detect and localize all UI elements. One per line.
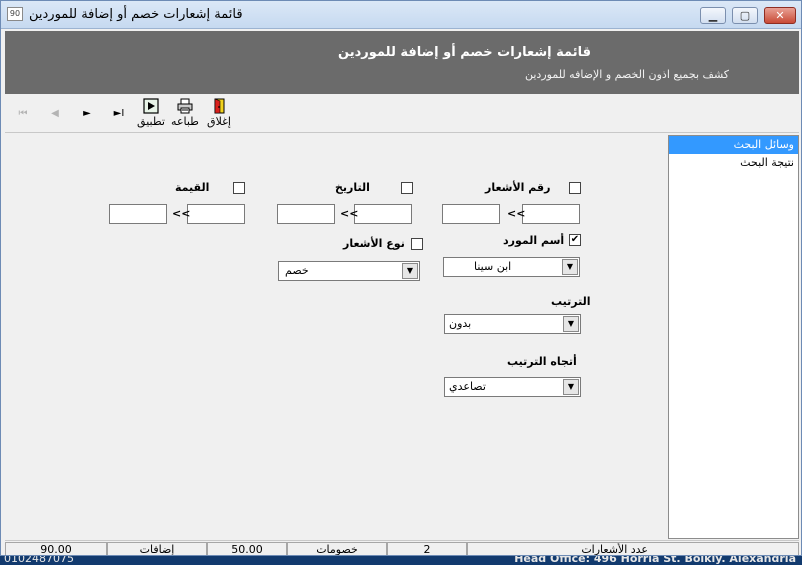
- previous-record-button[interactable]: ◀: [45, 106, 65, 122]
- apply-icon: [143, 98, 159, 114]
- first-icon: ⏮: [18, 108, 28, 119]
- value-from-input[interactable]: [109, 204, 167, 224]
- next-icon: ►: [83, 108, 91, 119]
- printer-icon: [177, 98, 193, 114]
- sort-direction-value: تصاعدي: [449, 380, 486, 393]
- apply-label: تطبيق: [137, 115, 165, 128]
- status-additions-label: إضافات: [107, 542, 207, 555]
- status-discounts-label: خصومات: [287, 542, 387, 555]
- notice-type-label: نوع الأشعار: [343, 237, 405, 250]
- notice-no-to-input[interactable]: [522, 204, 580, 224]
- notice-type-select[interactable]: ▼ خصم: [278, 261, 420, 281]
- last-icon: ►I: [113, 108, 125, 119]
- sort-value: بدون: [449, 317, 472, 330]
- side-item-search-options[interactable]: وسائل البحث: [669, 136, 798, 154]
- notice-no-checkbox[interactable]: [569, 182, 581, 194]
- sort-direction-select[interactable]: ▼ تصاعدي: [444, 377, 581, 397]
- side-item-search-results[interactable]: نتيجة البحث: [669, 154, 798, 172]
- chevron-down-icon: ▼: [402, 263, 418, 279]
- previous-icon: ◀: [51, 108, 59, 119]
- app-icon[interactable]: 90: [7, 7, 23, 21]
- notice-no-from-input[interactable]: [442, 204, 500, 224]
- header-subtitle: كشف بجميع اذون الخصم و الإضافه للموردين: [525, 68, 729, 81]
- print-button[interactable]: طباعه: [170, 98, 200, 132]
- chevron-down-icon: ▼: [563, 316, 579, 332]
- supplier-select[interactable]: ▼ ابن سينا: [443, 257, 580, 277]
- side-navigation-list: وسائل البحث نتيجة البحث: [668, 135, 799, 539]
- door-exit-icon: [214, 98, 225, 114]
- date-to-input[interactable]: [354, 204, 412, 224]
- header-title: قائمة إشعارات خصم أو إضافة للموردين: [338, 45, 591, 60]
- sort-label: الترتيب: [551, 295, 591, 308]
- close-button[interactable]: إغلاق: [204, 98, 234, 132]
- first-record-button[interactable]: ⏮: [13, 106, 33, 122]
- sort-direction-label: أتجاه الترتيب: [507, 355, 577, 368]
- chevron-down-icon: ▼: [563, 379, 579, 395]
- last-record-button[interactable]: ►I: [109, 106, 129, 122]
- supplier-value: ابن سينا: [474, 260, 512, 273]
- close-label: إغلاق: [207, 115, 231, 128]
- date-label: التاريخ: [335, 181, 370, 194]
- window-title: قائمة إشعارات خصم أو إضافة للموردين: [29, 7, 243, 22]
- status-count-label: عدد الأشعارات: [467, 542, 799, 555]
- next-record-button[interactable]: ►: [77, 106, 97, 122]
- notice-type-checkbox[interactable]: [411, 238, 423, 250]
- status-additions-value: 90.00: [5, 542, 107, 555]
- value-label: القيمة: [175, 181, 210, 194]
- supplier-checkbox[interactable]: ✔: [569, 234, 581, 246]
- supplier-label: أسم المورد: [503, 234, 565, 247]
- date-checkbox[interactable]: [401, 182, 413, 194]
- app-window: 90 قائمة إشعارات خصم أو إضافة للموردين ▁…: [0, 0, 802, 556]
- value-checkbox[interactable]: [233, 182, 245, 194]
- notice-no-label: رقم الأشعار: [485, 181, 551, 194]
- notice-type-value: خصم: [285, 264, 309, 277]
- minimize-button[interactable]: ▁: [700, 7, 726, 24]
- header-banner: قائمة إشعارات خصم أو إضافة للموردين كشف …: [5, 31, 799, 94]
- value-range-sep: <<: [172, 207, 191, 220]
- close-window-button[interactable]: ✕: [764, 7, 796, 24]
- sort-select[interactable]: ▼ بدون: [444, 314, 581, 334]
- status-discounts-value: 50.00: [207, 542, 287, 555]
- status-bar: عدد الأشعارات 2 خصومات 50.00 إضافات 90.0…: [5, 540, 799, 555]
- notice-no-range-sep: <<: [507, 207, 526, 220]
- date-from-input[interactable]: [277, 204, 335, 224]
- date-range-sep: <<: [340, 207, 359, 220]
- search-criteria-panel: رقم الأشعار << التاريخ << القيمة << ✔ أس…: [5, 135, 667, 539]
- toolbar: ⏮ ◀ ► ►I تطبيق طباعه إغلاق: [5, 95, 799, 133]
- title-bar[interactable]: 90 قائمة إشعارات خصم أو إضافة للموردين ▁…: [1, 1, 801, 29]
- status-count-value: 2: [387, 542, 467, 555]
- chevron-down-icon: ▼: [562, 259, 578, 275]
- apply-button[interactable]: تطبيق: [136, 98, 166, 132]
- maximize-button[interactable]: ▢: [732, 7, 758, 24]
- print-label: طباعه: [171, 115, 199, 128]
- value-to-input[interactable]: [187, 204, 245, 224]
